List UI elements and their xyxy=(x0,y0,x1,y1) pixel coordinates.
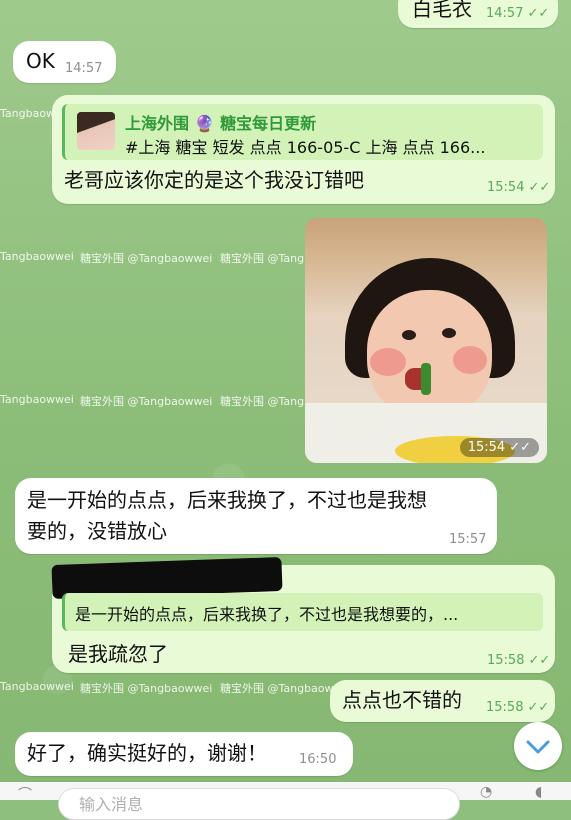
quoted-message[interactable]: 上海外围 🔮 糖宝每日更新 #上海 糖宝 短发 点点 166-05-C 上海 点… xyxy=(62,104,543,160)
quoted-title: 上海外围 🔮 糖宝每日更新 xyxy=(125,114,317,133)
photo-eye xyxy=(442,328,456,338)
photo-timestamp: 15:54 ✓✓ xyxy=(459,438,539,457)
avatar xyxy=(77,112,115,150)
sticker-icon[interactable]: ◔ xyxy=(480,784,492,800)
watermark: Tangbaowwei xyxy=(0,393,74,406)
message-time: 15:57 xyxy=(449,532,487,547)
message-time: 15:58 ✓✓ xyxy=(487,653,551,668)
message-text: 白毛衣 xyxy=(412,0,472,21)
photo-cheek xyxy=(370,348,406,376)
quoted-text: 是一开始的点点，后来我换了，不过也是我想要的，... xyxy=(75,605,459,624)
message-input[interactable]: 输入消息 xyxy=(58,788,460,820)
chevron-down-icon xyxy=(526,740,550,754)
quoted-text: #上海 糖宝 短发 点点 166-05-C 上海 点点 166... xyxy=(125,138,486,157)
attach-icon[interactable]: ⌒ xyxy=(18,784,32,804)
message-time: 14:57 ✓✓ xyxy=(486,6,550,21)
message-text: 好了，确实挺好的，谢谢！ xyxy=(27,741,267,765)
watermark: 糖宝外围 @Tangbaowwei xyxy=(80,682,213,695)
watermark: Tangbaowwei xyxy=(0,250,74,263)
photo-message[interactable]: 15:54 ✓✓ xyxy=(305,218,547,463)
message-time: 15:58 ✓✓ xyxy=(486,700,550,715)
message-incoming[interactable]: OK 14:57 xyxy=(13,41,116,83)
photo-cheek xyxy=(453,346,487,374)
message-outgoing[interactable]: 点点也不错的 15:58 ✓✓ xyxy=(330,680,555,722)
message-time: 14:57 xyxy=(65,61,103,76)
message-text: 老哥应该你定的是这个我没订错吧 xyxy=(64,168,364,192)
message-text: 点点也不错的 xyxy=(342,688,462,712)
message-incoming[interactable]: 是一开始的点点，后来我换了，不过也是我想 要的，没错放心 15:57 xyxy=(15,478,497,554)
message-text: 是我疏忽了 xyxy=(68,642,168,666)
composer-bar: ⌒ 输入消息 ◔ ◖ xyxy=(0,782,571,820)
message-text: OK xyxy=(26,49,55,73)
mic-icon[interactable]: ◖ xyxy=(535,784,542,800)
message-time: 16:50 xyxy=(299,752,337,767)
double-check-icon: ✓✓ xyxy=(528,180,551,195)
message-outgoing[interactable]: 是一开始的点点，后来我换了，不过也是我想要的，... 是我疏忽了 15:58 ✓✓ xyxy=(51,556,555,673)
message-text: 要的，没错放心 xyxy=(27,519,167,543)
message-time: 15:54 ✓✓ xyxy=(487,180,551,195)
watermark: Tangbaowwei xyxy=(0,680,74,693)
input-placeholder: 输入消息 xyxy=(79,795,144,814)
message-outgoing[interactable]: 上海外围 🔮 糖宝每日更新 #上海 糖宝 短发 点点 166-05-C 上海 点… xyxy=(52,95,555,204)
message-incoming[interactable]: 好了，确实挺好的，谢谢！ 16:50 xyxy=(15,732,353,776)
double-check-icon: ✓✓ xyxy=(527,700,550,715)
message-outgoing[interactable]: 白毛衣 14:57 ✓✓ xyxy=(398,0,558,28)
photo-eye xyxy=(402,330,416,340)
quoted-message[interactable]: 是一开始的点点，后来我换了，不过也是我想要的，... xyxy=(62,593,543,631)
double-check-icon: ✓✓ xyxy=(528,653,551,668)
scroll-down-button[interactable] xyxy=(514,722,562,770)
message-text: 是一开始的点点，后来我换了，不过也是我想 xyxy=(27,488,427,512)
watermark: 糖宝外围 @Tangbaowwei xyxy=(80,395,213,408)
photo-food xyxy=(421,363,431,395)
double-check-icon: ✓✓ xyxy=(509,440,531,455)
watermark: 糖宝外围 @Tangbaowwei xyxy=(80,252,213,265)
double-check-icon: ✓✓ xyxy=(527,6,550,21)
